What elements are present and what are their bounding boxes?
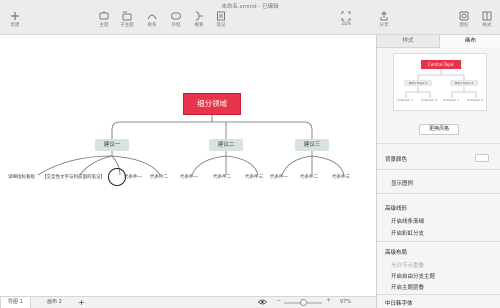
connector-lines <box>37 114 345 176</box>
zoom-in-button[interactable]: + <box>326 297 331 304</box>
sheet-tab-1[interactable]: 导图 1 <box>0 297 31 308</box>
subtopic[interactable]: 【交互性文字与利前面的笔记】 <box>42 175 105 181</box>
tab-canvas[interactable]: 画布 <box>439 35 500 48</box>
boundary-icon <box>171 12 181 20</box>
mindmap-canvas[interactable]: 细分领域 建议一 建议二 建议三 详细指标看板 【交互性文字与利前面的笔记】 代… <box>0 35 376 296</box>
sheet-tab-2[interactable]: 画布 2 <box>40 297 69 308</box>
preview-central-topic: Central Topic <box>421 60 461 69</box>
share-button[interactable]: 分享 <box>371 11 397 33</box>
panel-tabs: 样式 画布 <box>377 35 500 48</box>
rainbow-branch-option[interactable]: 开启彩虹分支 <box>391 229 424 237</box>
subtopic[interactable]: 代条件二 <box>300 175 318 181</box>
tab-style[interactable]: 样式 <box>377 35 439 48</box>
free-position-option[interactable]: 开启自由分支主题 <box>391 272 435 280</box>
preview-main-topic: Main Topic 2 <box>450 80 478 86</box>
advanced-lines-label: 高级线形 <box>385 206 408 212</box>
fullscreen-icon <box>341 11 351 21</box>
topic-icon <box>99 11 109 20</box>
new-button[interactable]: 新建 <box>2 11 28 33</box>
preview-subtopic: Subtopic 1 <box>397 98 413 102</box>
divider <box>377 294 500 295</box>
subtopic[interactable]: 详细指标看板 <box>8 175 35 181</box>
cursor-highlight <box>108 168 126 186</box>
taper-lines-option[interactable]: 开启线条渐细 <box>391 217 424 225</box>
summary-icon <box>195 11 203 21</box>
main-topic[interactable]: 建议一 <box>95 139 129 151</box>
main-topic[interactable]: 建议三 <box>295 139 329 151</box>
divider <box>377 241 500 242</box>
eye-icon[interactable] <box>258 299 267 305</box>
window-title: 未命名.xmind - 已编辑 <box>221 4 279 10</box>
subtopic[interactable]: 代条件二 <box>150 175 168 181</box>
theme-preview[interactable]: Central Topic Main Topic 1 Main Topic 2 … <box>393 53 487 111</box>
subtopic[interactable]: 代条件一 <box>124 175 142 181</box>
divider <box>377 169 500 170</box>
share-icon <box>380 11 388 21</box>
subtopic[interactable]: 代条件三 <box>332 175 350 181</box>
status-bar: 导图 1 画布 2 + − + 97% <box>0 296 376 308</box>
format-icon <box>482 11 492 21</box>
preview-subtopic: Subtopic 2 <box>467 98 483 102</box>
background-color-label: 背景颜色 <box>385 157 408 163</box>
plus-icon <box>11 12 19 20</box>
change-style-button[interactable]: 更换风格 <box>419 124 459 135</box>
subtopic-icon <box>122 11 132 21</box>
level-layout-option[interactable]: 开启主题层叠 <box>391 283 424 291</box>
toolbar: 未命名.xmind - 已编辑 新建 主题 子主题 联系 外框 概要 笔记 ZE… <box>0 0 500 35</box>
zoom-out-button[interactable]: − <box>276 297 281 304</box>
subtopic[interactable]: 代条件三 <box>245 175 263 181</box>
background-color-swatch[interactable] <box>475 154 489 162</box>
divider <box>377 143 500 144</box>
show-legend-option[interactable]: 显示图例 <box>391 179 413 187</box>
relationship-icon <box>147 14 157 20</box>
central-topic[interactable]: 细分领域 <box>183 93 241 115</box>
main-topic[interactable]: 建议二 <box>209 139 243 151</box>
preview-subtopic: Subtopic 2 <box>421 98 437 102</box>
note-icon <box>217 11 225 21</box>
subtopic-button[interactable]: 子主题 <box>114 11 140 33</box>
icons-icon <box>459 11 469 21</box>
divider <box>377 193 500 194</box>
add-sheet-button[interactable]: + <box>78 298 85 307</box>
topic-overlap-option[interactable]: 允许节点重叠 <box>391 261 424 269</box>
advanced-layout-label: 高级布局 <box>385 250 408 256</box>
contact-button[interactable]: 联系 <box>139 11 165 33</box>
format-panel: 样式 画布 Central Topic Main Topic 1 Main To… <box>376 35 500 308</box>
preview-main-topic: Main Topic 1 <box>404 80 432 86</box>
zen-button[interactable]: ZEN <box>333 11 359 33</box>
zoom-level[interactable]: 97% <box>340 299 351 305</box>
subtopic[interactable]: 代条件二 <box>213 175 231 181</box>
subtopic[interactable]: 代条件一 <box>270 175 288 181</box>
cjk-font-label: 中日韩字体 <box>385 301 413 307</box>
note-button[interactable]: 笔记 <box>208 11 234 33</box>
preview-subtopic: Subtopic 1 <box>443 98 459 102</box>
zoom-slider-handle[interactable] <box>300 299 307 306</box>
format-button[interactable]: 格式 <box>474 11 500 33</box>
subtopic[interactable]: 代条件一 <box>180 175 198 181</box>
